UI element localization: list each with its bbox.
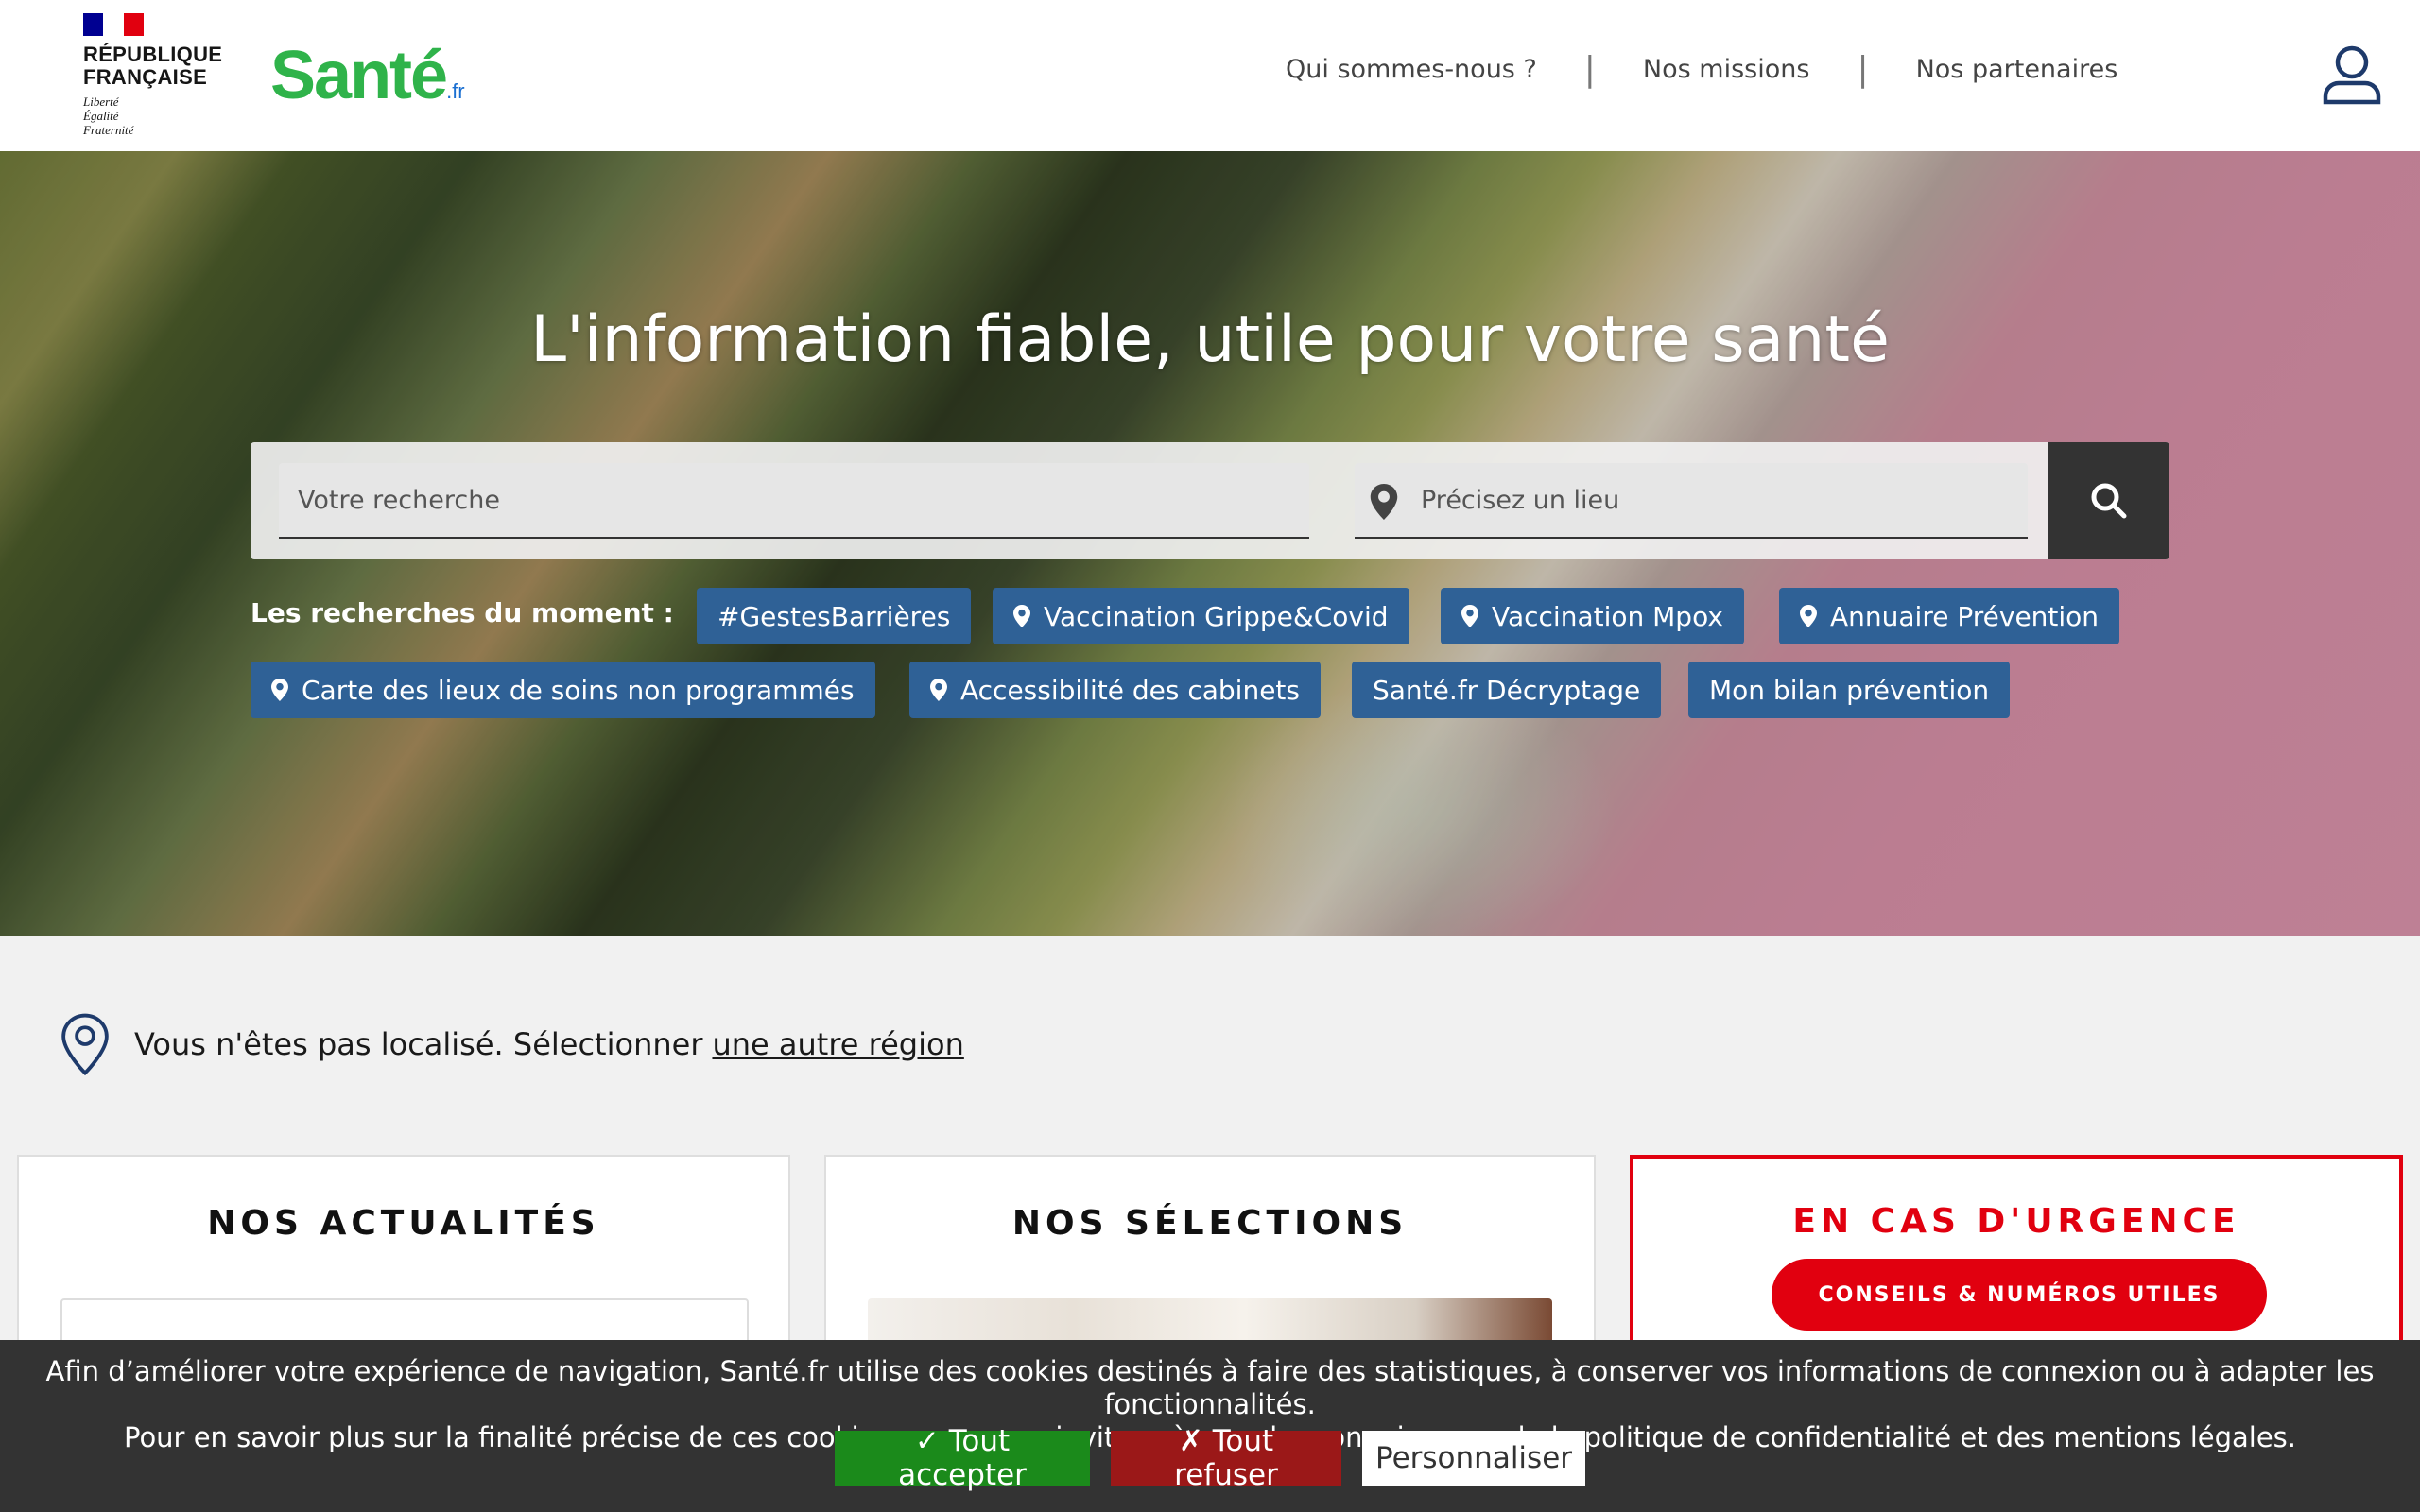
rf-motto-2: Égalité bbox=[83, 109, 119, 123]
nav-nos-missions[interactable]: Nos missions bbox=[1643, 55, 1810, 84]
cookie-accept-button[interactable]: ✓ Tout accepter bbox=[835, 1424, 1090, 1492]
cookie-banner: Afin d’améliorer votre expérience de nav… bbox=[0, 1340, 2420, 1512]
cookie-text-line1: Afin d’améliorer votre expérience de nav… bbox=[45, 1355, 2375, 1420]
nav-separator: | bbox=[1583, 49, 1596, 89]
user-icon[interactable] bbox=[2321, 43, 2383, 106]
rf-motto-3: Fraternité bbox=[83, 123, 134, 137]
chip-accessibilite-cabinets[interactable]: Accessibilité des cabinets bbox=[909, 662, 1321, 718]
rf-title-line2: FRANÇAISE bbox=[83, 65, 208, 89]
chip-gestes-barrieres[interactable]: #GestesBarrières bbox=[697, 588, 972, 644]
region-text: Vous n'êtes pas localisé. Sélectionner bbox=[134, 1026, 703, 1062]
chip-vaccination-mpox[interactable]: Vaccination Mpox bbox=[1441, 588, 1744, 644]
cookie-customize-button[interactable]: Personnaliser bbox=[1362, 1431, 1585, 1486]
rf-motto-1: Liberté bbox=[83, 94, 119, 109]
chip-annuaire-prevention[interactable]: Annuaire Prévention bbox=[1779, 588, 2120, 644]
hero-title: L'information fiable, utile pour votre s… bbox=[530, 302, 1890, 377]
chip-label: Vaccination Mpox bbox=[1492, 600, 1723, 632]
rf-title-line1: RÉPUBLIQUE bbox=[83, 43, 223, 66]
logo-main: Santé bbox=[270, 38, 448, 113]
nav-qui-sommes-nous[interactable]: Qui sommes-nous ? bbox=[1286, 55, 1537, 84]
chip-label: Accessibilité des cabinets bbox=[960, 674, 1300, 706]
map-pin-icon bbox=[1461, 605, 1478, 627]
search-button[interactable] bbox=[2048, 442, 2169, 559]
map-pin-icon bbox=[1013, 605, 1030, 627]
news-title: NOS ACTUALITÉS bbox=[207, 1204, 600, 1243]
urgency-advice-button[interactable]: CONSEILS & NUMÉROS UTILES bbox=[1772, 1259, 2267, 1331]
map-pin-icon bbox=[930, 679, 947, 701]
chip-label: Mon bilan prévention bbox=[1709, 674, 1990, 706]
urgency-title: EN CAS D'URGENCE bbox=[1792, 1202, 2240, 1241]
location-placeholder: Précisez un lieu bbox=[1421, 485, 1620, 515]
map-pin-icon bbox=[271, 679, 288, 701]
nav-separator: | bbox=[1857, 49, 1869, 89]
search-icon bbox=[2091, 483, 2127, 519]
site-header: RÉPUBLIQUE FRANÇAISE Liberté Égalité Fra… bbox=[0, 0, 2420, 151]
chip-label: Annuaire Prévention bbox=[1830, 600, 2100, 632]
logo-suffix: .fr bbox=[446, 79, 465, 103]
chip-label: Carte des lieux de soins non programmés bbox=[302, 674, 855, 706]
cookie-refuse-button[interactable]: ✗ Tout refuser bbox=[1111, 1424, 1341, 1492]
chip-label: Vaccination Grippe&Covid bbox=[1044, 600, 1389, 632]
hero-banner: L'information fiable, utile pour votre s… bbox=[0, 151, 2420, 936]
chip-label: #GestesBarrières bbox=[717, 600, 951, 632]
sante-fr-logo[interactable]: Santé.fr bbox=[270, 42, 465, 126]
chip-sante-fr-decryptage[interactable]: Santé.fr Décryptage bbox=[1352, 662, 1662, 718]
search-bar: Votre recherche Précisez un lieu bbox=[251, 442, 2169, 559]
search-input[interactable]: Votre recherche bbox=[279, 463, 1309, 539]
chip-carte-lieux-soins[interactable]: Carte des lieux de soins non programmés bbox=[251, 662, 875, 718]
nav-nos-partenaires[interactable]: Nos partenaires bbox=[1916, 55, 2118, 84]
location-pin-icon bbox=[61, 1013, 109, 1075]
chip-label: Santé.fr Décryptage bbox=[1373, 674, 1641, 706]
map-pin-icon bbox=[1800, 605, 1817, 627]
republique-francaise-logo[interactable]: RÉPUBLIQUE FRANÇAISE Liberté Égalité Fra… bbox=[83, 13, 234, 137]
chip-vaccination-grippe-covid[interactable]: Vaccination Grippe&Covid bbox=[993, 588, 1409, 644]
top-navigation: Qui sommes-nous ? | Nos missions | Nos p… bbox=[1286, 49, 2118, 89]
trending-label: Les recherches du moment : bbox=[251, 597, 674, 628]
selections-title: NOS SÉLECTIONS bbox=[1011, 1204, 1409, 1243]
chip-mon-bilan-prevention[interactable]: Mon bilan prévention bbox=[1688, 662, 2011, 718]
location-input[interactable]: Précisez un lieu bbox=[1355, 463, 2028, 539]
french-flag-icon bbox=[83, 13, 144, 36]
region-selector: Vous n'êtes pas localisé. Sélectionner u… bbox=[60, 1013, 964, 1075]
map-pin-icon bbox=[1370, 484, 1398, 520]
region-link[interactable]: une autre région bbox=[712, 1026, 963, 1062]
